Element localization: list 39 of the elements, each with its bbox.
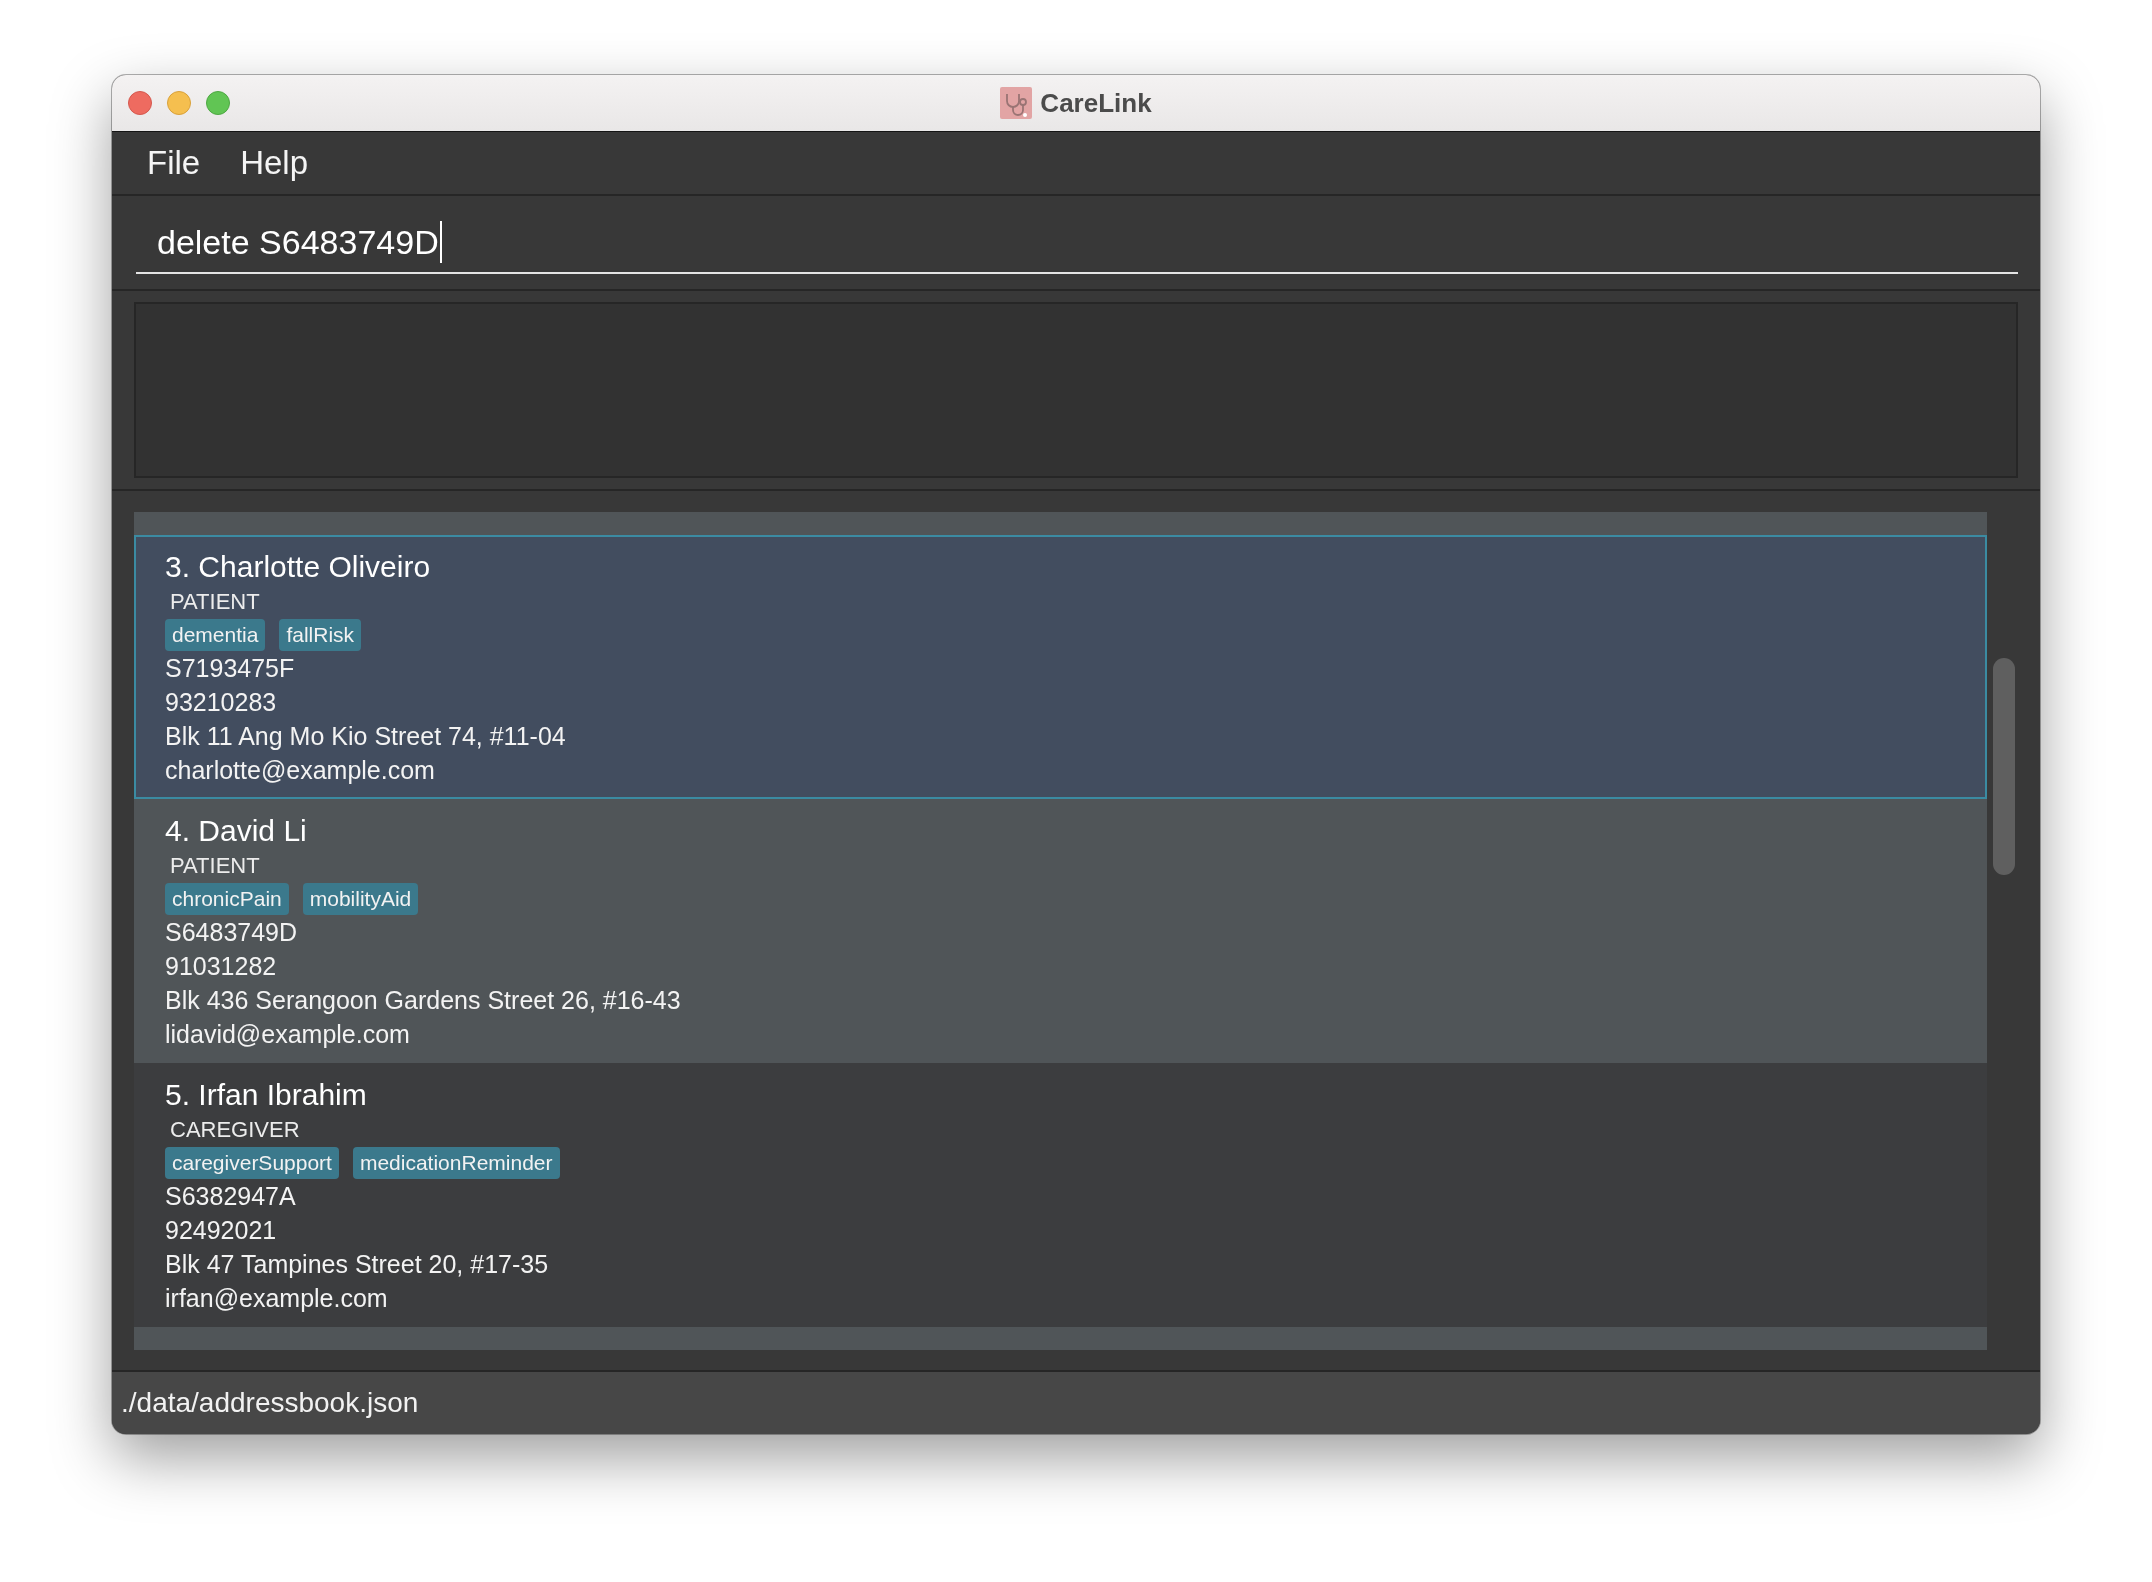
condition-tag: mobilityAid: [302, 883, 419, 915]
email-address: lidavid@example.com: [165, 1019, 410, 1050]
file-path: ./data/addressbook.json: [121, 1387, 419, 1419]
phone-number: 92492021: [165, 1215, 277, 1246]
scrollbar-thumb[interactable]: [1993, 658, 2015, 875]
command-input[interactable]: delete S6483749D: [136, 212, 2018, 274]
id-number: S6382947A: [165, 1181, 296, 1212]
menu-item[interactable]: File: [127, 139, 221, 187]
address-text: Blk 47 Tampines Street 20, #17-35: [165, 1249, 549, 1280]
person-card[interactable]: 5. Irfan Ibrahim CAREGIVER caregiverSupport medicationReminder S6382947A 92492021 Blk 47 Tampines Street 20, #17-35 irfan@example.com: [134, 1063, 1987, 1327]
condition-tag: dementia: [165, 619, 266, 651]
person-role: PATIENT: [169, 852, 260, 880]
address-text: Blk 11 Ang Mo Kio Street 74, #11-04: [165, 721, 566, 752]
id-number: S7193475F: [165, 653, 295, 684]
person-card[interactable]: [134, 512, 1987, 535]
condition-tag: medicationReminder: [352, 1147, 560, 1179]
phone-number: 93210283: [165, 687, 277, 718]
email-address: charlotte@example.com: [165, 755, 435, 786]
minimize-icon[interactable]: [167, 91, 191, 115]
condition-tag: fallRisk: [279, 619, 362, 651]
person-name: 4. David Li: [165, 813, 307, 849]
person-name: 3. Charlotte Oliveiro: [165, 549, 431, 585]
condition-tag: caregiverSupport: [165, 1147, 339, 1179]
person-card[interactable]: 3. Charlotte Oliveiro PATIENT dementia fallRisk S7193475F 93210283 Blk 11 Ang Mo Kio Street 74, #11-04 charlotte@example.com: [134, 535, 1987, 799]
stethoscope-icon: [1000, 87, 1033, 119]
maximize-icon[interactable]: [206, 91, 230, 115]
condition-tag: chronicPain: [165, 883, 289, 915]
close-icon[interactable]: [128, 91, 152, 115]
person-card[interactable]: [134, 1327, 1987, 1350]
person-card[interactable]: 4. David Li PATIENT chronicPain mobilityAid S6483749D 91031282 Blk 436 Serangoon Gardens Street 26, #16-43 lidavid@example.com: [134, 799, 1987, 1063]
menu-item[interactable]: Help: [220, 139, 329, 187]
id-number: S6483749D: [165, 917, 298, 948]
window-title: CareLink: [1040, 87, 1152, 119]
email-address: irfan@example.com: [165, 1283, 388, 1314]
person-role: PATIENT: [169, 588, 260, 616]
person-role: CAREGIVER: [169, 1116, 300, 1144]
person-name: 5. Irfan Ibrahim: [165, 1077, 367, 1113]
address-text: Blk 436 Serangoon Gardens Street 26, #16-43: [165, 985, 681, 1016]
phone-number: 91031282: [165, 951, 277, 982]
